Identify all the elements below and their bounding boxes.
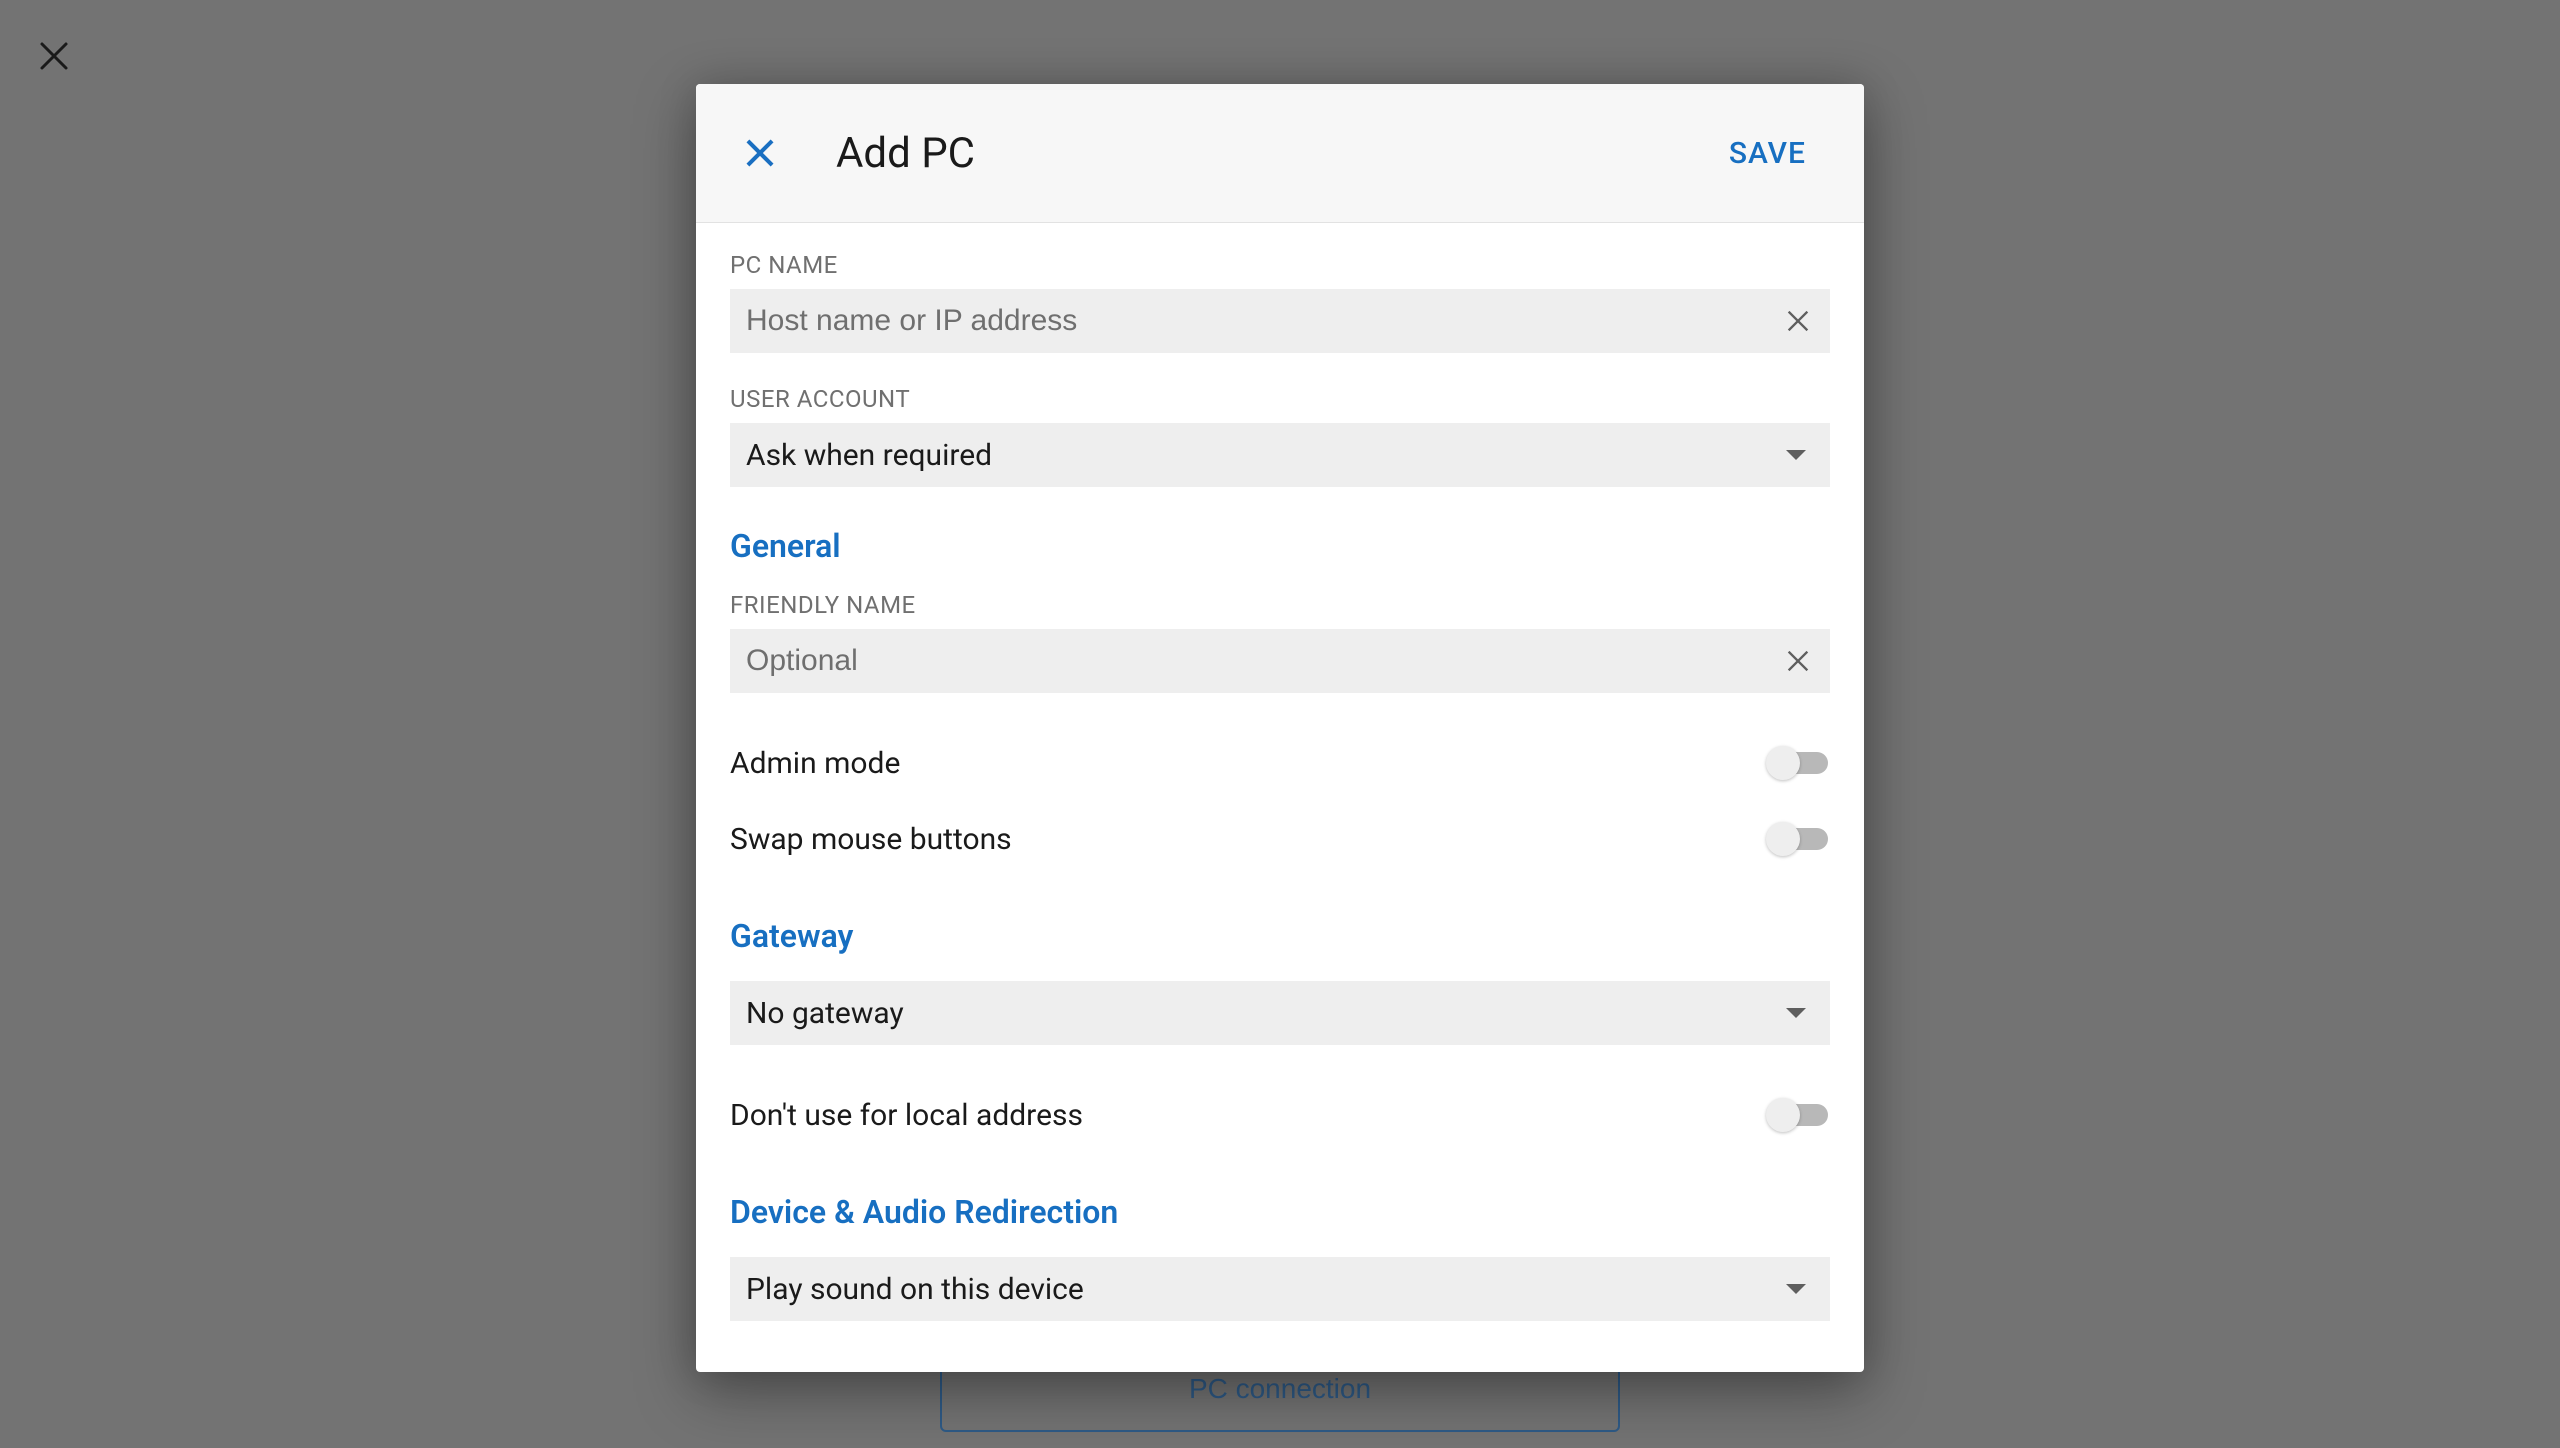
add-pc-modal: Add PC SAVE PC NAME USER ACCOUNT Ask whe… <box>696 84 1864 1372</box>
gateway-value: No gateway <box>746 996 1786 1031</box>
swap-mouse-label: Swap mouse buttons <box>730 822 1012 857</box>
close-icon <box>1784 647 1812 675</box>
chevron-down-icon <box>1786 1284 1806 1294</box>
swap-mouse-row: Swap mouse buttons <box>730 801 1830 877</box>
close-icon <box>744 137 776 169</box>
friendly-name-field-wrap <box>730 629 1830 693</box>
friendly-name-label: FRIENDLY NAME <box>730 591 1830 619</box>
page-close-button[interactable] <box>36 38 72 74</box>
section-title-gateway: Gateway <box>730 917 1830 955</box>
toggle-knob <box>1766 822 1800 856</box>
friendly-name-input[interactable] <box>746 644 1782 678</box>
close-icon <box>36 38 72 74</box>
pc-name-input[interactable] <box>746 304 1782 338</box>
gateway-select[interactable]: No gateway <box>730 981 1830 1045</box>
pc-connection-label: PC connection <box>1189 1373 1371 1405</box>
user-account-value: Ask when required <box>746 438 1786 473</box>
section-title-general: General <box>730 527 1830 565</box>
toggle-knob <box>1766 1098 1800 1132</box>
section-title-audio: Device & Audio Redirection <box>730 1193 1830 1231</box>
chevron-down-icon <box>1786 1008 1806 1018</box>
audio-select[interactable]: Play sound on this device <box>730 1257 1830 1321</box>
pc-name-label: PC NAME <box>730 251 1830 279</box>
friendly-name-clear-button[interactable] <box>1782 645 1814 677</box>
dont-use-local-label: Don't use for local address <box>730 1098 1083 1133</box>
modal-header: Add PC SAVE <box>696 84 1864 223</box>
dont-use-local-toggle[interactable] <box>1766 1098 1828 1132</box>
pc-name-field-wrap <box>730 289 1830 353</box>
admin-mode-toggle[interactable] <box>1766 746 1828 780</box>
audio-value: Play sound on this device <box>746 1272 1786 1307</box>
admin-mode-row: Admin mode <box>730 725 1830 801</box>
swap-mouse-toggle[interactable] <box>1766 822 1828 856</box>
modal-close-button[interactable] <box>740 133 780 173</box>
toggle-knob <box>1766 746 1800 780</box>
pc-name-clear-button[interactable] <box>1782 305 1814 337</box>
user-account-label: USER ACCOUNT <box>730 385 1830 413</box>
admin-mode-label: Admin mode <box>730 746 900 781</box>
user-account-select[interactable]: Ask when required <box>730 423 1830 487</box>
save-button[interactable]: SAVE <box>1715 126 1820 181</box>
close-icon <box>1784 307 1812 335</box>
modal-body: PC NAME USER ACCOUNT Ask when required G… <box>696 223 1864 1372</box>
modal-title: Add PC <box>836 129 1715 178</box>
chevron-down-icon <box>1786 450 1806 460</box>
dont-use-local-row: Don't use for local address <box>730 1077 1830 1153</box>
